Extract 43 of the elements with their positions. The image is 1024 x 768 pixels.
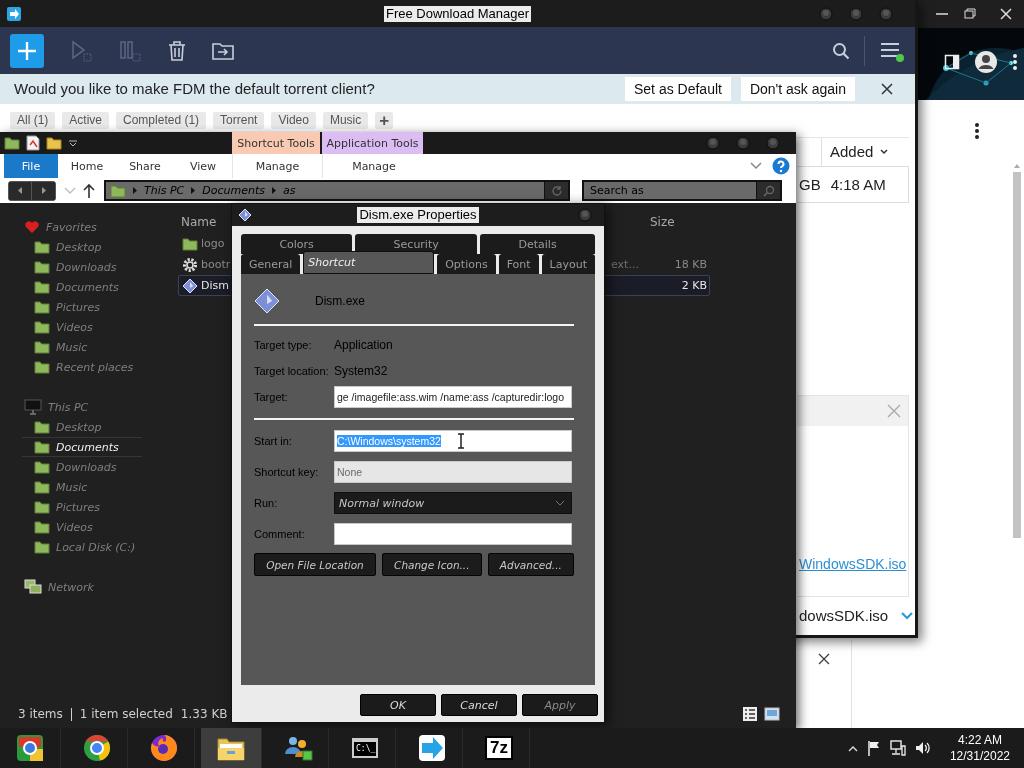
- table-cell: 4:18 AM: [830, 176, 886, 193]
- nav-label: Documents: [56, 440, 119, 454]
- nav-label: Downloads: [56, 460, 117, 474]
- banner-text: Would you like to make FDM the default torrent client?: [14, 80, 375, 98]
- nav-label: This PC: [48, 400, 89, 414]
- status-text: 1.33 KB: [180, 707, 228, 721]
- nav-label: Pictures: [56, 500, 101, 514]
- file-type: ext...: [610, 258, 640, 271]
- file-size: 2 KB: [680, 279, 708, 292]
- file-name: bootr: [201, 258, 231, 271]
- table-cell: GB: [799, 176, 821, 193]
- window-title: Free Download Manager: [383, 5, 532, 22]
- nav-label: Music: [56, 480, 88, 494]
- nav-label: Videos: [56, 320, 93, 334]
- nav-label: Downloads: [56, 260, 117, 274]
- nav-label: Desktop: [56, 420, 102, 434]
- field-label: Target:: [254, 391, 289, 403]
- file-name: Dism.exe: [315, 294, 365, 308]
- file-size: 18 KB: [673, 258, 708, 271]
- field-value: ge /imagefile:ass.wim /name:ass /capturedir:logo: [337, 391, 565, 403]
- nav-label: Favorites: [46, 220, 97, 234]
- field-label: Shortcut key:: [254, 466, 320, 478]
- nav-label: Desktop: [56, 240, 102, 254]
- file-name: logo: [201, 237, 225, 250]
- nav-label: Documents: [56, 280, 119, 294]
- context-tab-header: Shortcut Tools: [232, 132, 322, 154]
- field-label: Comment:: [254, 528, 306, 540]
- status-text: 1 item selected: [79, 707, 173, 721]
- window-title: Dism.exe Properties: [357, 207, 479, 223]
- status-text: 3 items: [18, 707, 63, 721]
- nav-label: Local Disk (C:): [56, 540, 136, 554]
- field-label: Target location:: [254, 365, 330, 377]
- nav-label: Recent places: [56, 360, 134, 374]
- field-label: Target type:: [254, 339, 313, 351]
- field-label: Start in:: [254, 435, 293, 447]
- nav-label: Network: [48, 580, 94, 594]
- nav-label: Pictures: [56, 300, 101, 314]
- nav-label: Music: [56, 340, 88, 354]
- file-name: dowsSDK.iso: [799, 607, 889, 625]
- field-label: Run:: [254, 497, 279, 509]
- nav-label: Videos: [56, 520, 93, 534]
- context-tab-header: Application Tools: [322, 132, 425, 154]
- file-name: Dism: [201, 279, 229, 292]
